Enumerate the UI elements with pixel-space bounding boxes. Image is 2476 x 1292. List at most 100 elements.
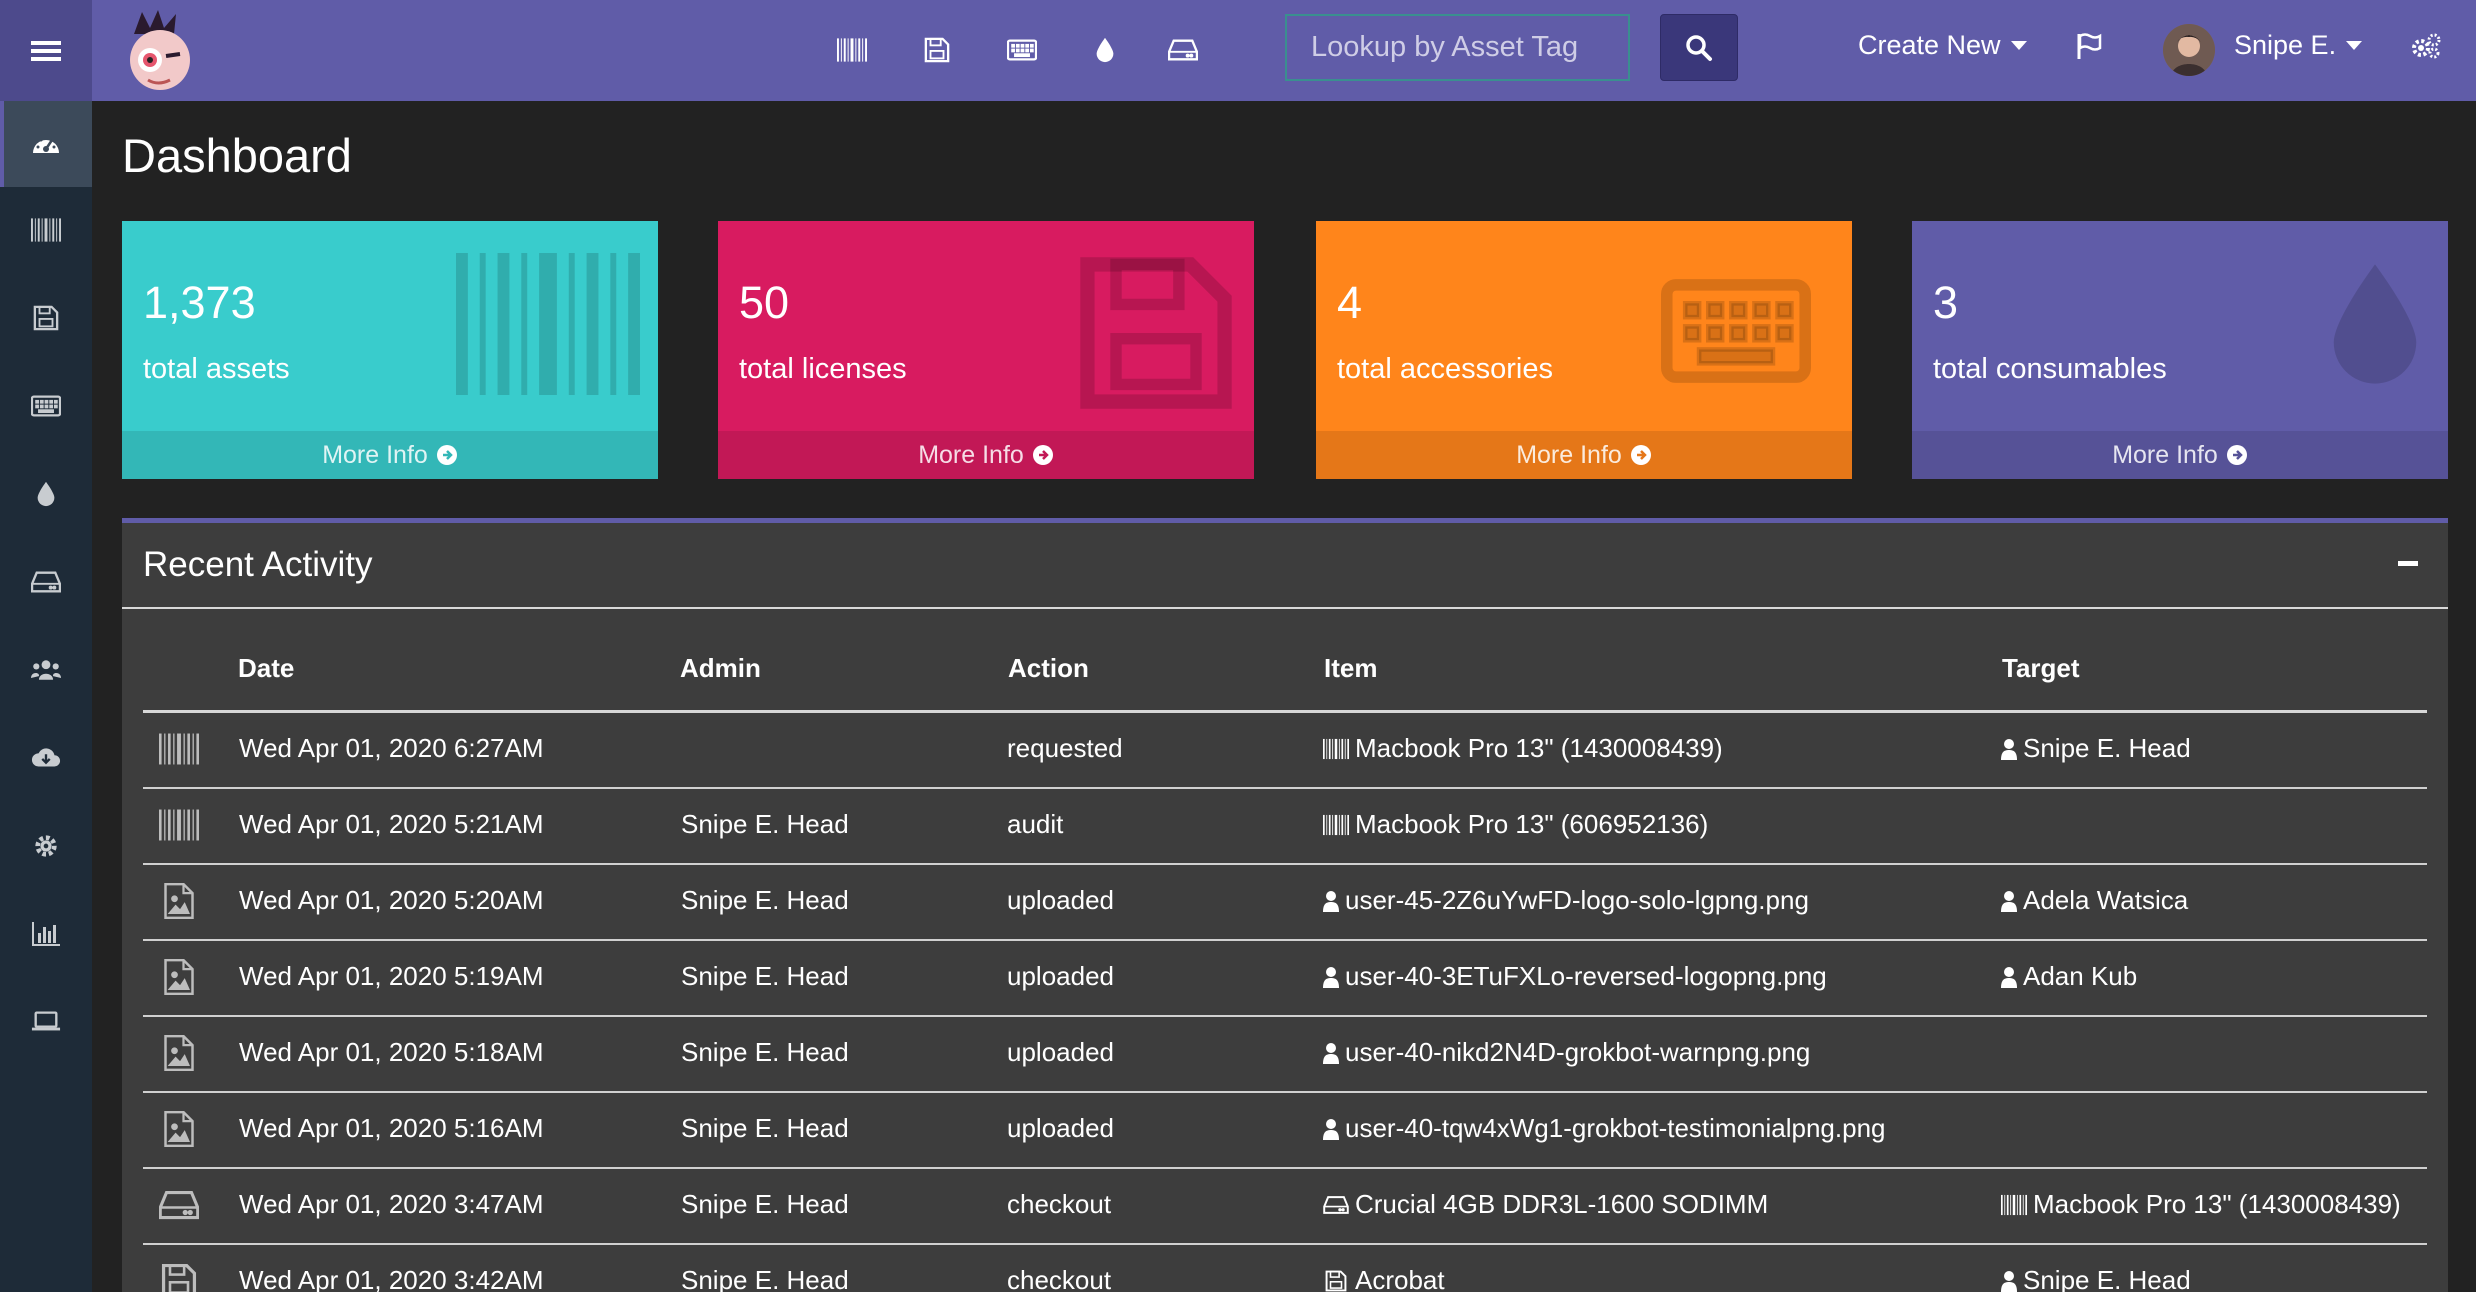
table-row: Wed Apr 01, 2020 5:16AM Snipe E. Head uplo… [143, 1093, 2427, 1169]
user-icon [1323, 1042, 1339, 1064]
search-button[interactable] [1660, 14, 1738, 81]
nav-accessories-icon[interactable] [1002, 30, 1042, 70]
asset-tag-search-input[interactable] [1285, 14, 1630, 81]
sidebar-item-reports[interactable] [0, 891, 92, 977]
cell-action-text: checkout [1007, 1189, 1112, 1219]
cell-date-text: Wed Apr 01, 2020 5:20AM [239, 885, 544, 915]
user-avatar[interactable] [2163, 24, 2215, 76]
cell-action-text: uploaded [1007, 1113, 1114, 1143]
cell-admin[interactable]: Snipe E. Head [681, 961, 849, 992]
nav-licenses-icon[interactable] [917, 30, 957, 70]
sidebar-item-requestable[interactable] [0, 979, 92, 1065]
sidebar-item-licenses[interactable] [0, 275, 92, 361]
user-icon [1323, 890, 1339, 912]
row-type-icon [157, 1259, 201, 1292]
sidebar-item-import[interactable] [0, 715, 92, 801]
more-info-label: More Info [2112, 440, 2218, 469]
sidebar-item-settings[interactable] [0, 803, 92, 889]
cell-admin[interactable]: Snipe E. Head [681, 885, 849, 916]
admin-settings-cogs-icon[interactable] [2410, 32, 2442, 65]
cell-date: Wed Apr 01, 2020 3:47AM [239, 1189, 544, 1220]
arrow-circle-right-icon [2226, 445, 2247, 465]
sidebar-item-people[interactable] [0, 627, 92, 713]
column-header-action[interactable]: Action [1008, 653, 1089, 684]
image-file-icon [164, 1111, 194, 1147]
user-menu-dropdown[interactable]: Snipe E. [2234, 30, 2363, 61]
sidebar [0, 101, 92, 1292]
stat-box-assets: 1,373 total assets More Info [122, 221, 658, 479]
tint-icon [37, 481, 55, 507]
column-header-target[interactable]: Target [2002, 653, 2080, 684]
cell-date: Wed Apr 01, 2020 5:18AM [239, 1037, 544, 1068]
sidebar-item-consumables[interactable] [0, 451, 92, 537]
cell-item[interactable]: Macbook Pro 13" (606952136) [1323, 809, 1708, 840]
cell-action: checkout [1007, 1265, 1111, 1292]
table-row: Wed Apr 01, 2020 6:27AM requested Macbook … [143, 713, 2427, 789]
logo[interactable] [122, 8, 198, 94]
more-info-link[interactable]: More Info [122, 431, 658, 479]
cell-admin[interactable]: Snipe E. Head [681, 809, 849, 840]
stat-label: total assets [143, 353, 290, 385]
column-header-item[interactable]: Item [1324, 653, 1377, 684]
nav-components-icon[interactable] [1163, 30, 1203, 70]
stat-count: 3 [1933, 277, 1959, 328]
cell-item[interactable]: user-40-3ETuFXLo-reversed-logopng.png [1323, 961, 1827, 992]
image-file-icon [164, 959, 194, 995]
cell-target[interactable]: Adan Kub [2001, 961, 2137, 992]
cell-date-text: Wed Apr 01, 2020 6:27AM [239, 733, 544, 763]
cell-action: uploaded [1007, 961, 1114, 992]
cell-action: uploaded [1007, 1037, 1114, 1068]
cell-admin[interactable]: Snipe E. Head [681, 1037, 849, 1068]
floppy-icon [161, 1263, 197, 1292]
row-type-icon [157, 803, 201, 847]
cell-admin[interactable]: Snipe E. Head [681, 1189, 849, 1220]
cell-target[interactable]: Adela Watsica [2001, 885, 2188, 916]
cell-item[interactable]: user-40-nikd2N4D-grokbot-warnpng.png [1323, 1037, 1810, 1068]
more-info-link[interactable]: More Info [1912, 431, 2448, 479]
sidebar-toggle-button[interactable] [0, 0, 92, 101]
cell-target[interactable]: Macbook Pro 13" (1430008439) [2001, 1189, 2401, 1220]
barcode-icon [159, 809, 199, 841]
arrow-circle-right-icon [436, 445, 457, 465]
cell-admin-text: Snipe E. Head [681, 809, 849, 839]
alerts-flag-icon[interactable] [2075, 32, 2103, 65]
nav-assets-icon[interactable] [832, 30, 872, 70]
cell-item[interactable]: Macbook Pro 13" (1430008439) [1323, 733, 1723, 764]
hdd-icon [159, 1190, 199, 1220]
cell-item[interactable]: Crucial 4GB DDR3L-1600 SODIMM [1323, 1189, 1768, 1220]
stat-box-accessories: 4 total accessories More Info [1316, 221, 1852, 479]
cell-admin-text: Snipe E. Head [681, 961, 849, 991]
row-type-icon [157, 879, 201, 923]
search-icon [1686, 34, 1712, 61]
more-info-link[interactable]: More Info [1316, 431, 1852, 479]
sidebar-item-assets[interactable] [0, 187, 92, 273]
cell-item-text: user-40-tqw4xWg1-grokbot-testimonialpng.… [1345, 1113, 1886, 1143]
cell-date-text: Wed Apr 01, 2020 5:16AM [239, 1113, 544, 1143]
tint-icon [2320, 249, 2430, 404]
cell-item[interactable]: Acrobat [1323, 1265, 1445, 1292]
more-info-link[interactable]: More Info [718, 431, 1254, 479]
cell-target[interactable]: Snipe E. Head [2001, 1265, 2191, 1292]
more-info-label: More Info [322, 440, 428, 469]
create-new-dropdown[interactable]: Create New [1858, 30, 2027, 61]
cell-item[interactable]: user-40-tqw4xWg1-grokbot-testimonialpng.… [1323, 1113, 1886, 1144]
nav-consumables-icon[interactable] [1085, 30, 1125, 70]
sidebar-item-accessories[interactable] [0, 363, 92, 449]
user-name: Snipe E. [2234, 30, 2337, 60]
cell-admin-text: Snipe E. Head [681, 1189, 849, 1219]
cell-admin[interactable]: Snipe E. Head [681, 1113, 849, 1144]
sidebar-item-components[interactable] [0, 539, 92, 625]
cell-target[interactable]: Snipe E. Head [2001, 733, 2191, 764]
cell-admin[interactable]: Snipe E. Head [681, 1265, 849, 1292]
laptop-icon [31, 1011, 61, 1031]
user-icon [2001, 1270, 2017, 1292]
column-header-admin[interactable]: Admin [680, 653, 761, 684]
cell-item[interactable]: user-45-2Z6uYwFD-logo-solo-lgpng.png [1323, 885, 1809, 916]
column-header-date[interactable]: Date [238, 653, 294, 684]
user-icon [2001, 966, 2017, 988]
sidebar-item-dashboard[interactable] [0, 101, 92, 187]
stat-count: 50 [739, 277, 790, 328]
cell-date: Wed Apr 01, 2020 5:16AM [239, 1113, 544, 1144]
collapse-minus-icon[interactable] [2398, 561, 2418, 566]
recent-activity-panel: Recent Activity Date Admin Action Item T… [122, 518, 2448, 1292]
